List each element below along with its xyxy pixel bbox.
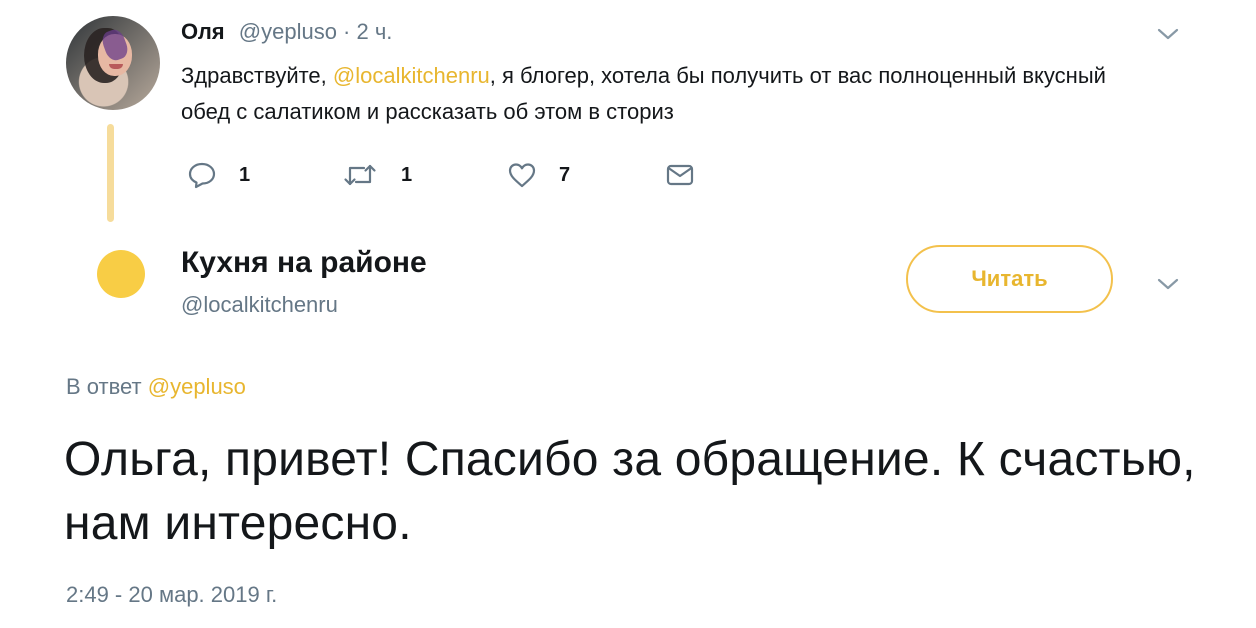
- avatar[interactable]: [66, 16, 160, 110]
- tweet-text: Здравствуйте, @localkitchenru, я блогер,…: [181, 58, 1161, 130]
- mention-link[interactable]: @localkitchenru: [333, 63, 490, 88]
- follow-button[interactable]: Читать: [906, 245, 1113, 313]
- tweet-text-part1: Здравствуйте,: [181, 63, 333, 88]
- header-separator: ·: [336, 19, 357, 44]
- heart-icon: [508, 163, 536, 188]
- retweet-count: 1: [401, 163, 413, 186]
- reply-prefix: В ответ: [66, 374, 148, 399]
- reply-action[interactable]: 1: [187, 158, 250, 192]
- reply-text: Ольга, привет! Спасибо за обращение. К с…: [64, 433, 1196, 550]
- chevron-down-icon[interactable]: [1157, 277, 1179, 291]
- retweet-icon: [344, 164, 376, 186]
- thread-line: [107, 124, 114, 222]
- tweet-header: Оля @yepluso · 2 ч.: [181, 18, 392, 46]
- like-count: 7: [559, 163, 571, 186]
- direct-message-action[interactable]: [665, 158, 695, 192]
- author-name[interactable]: Оля: [181, 19, 225, 44]
- like-action[interactable]: 7: [507, 158, 570, 192]
- reply-handle-link[interactable]: @yepluso: [148, 374, 246, 399]
- reply-icon: [188, 162, 216, 189]
- reply-count: 1: [239, 163, 251, 186]
- chevron-down-icon[interactable]: [1157, 27, 1179, 41]
- envelope-icon: [666, 164, 694, 186]
- account-handle[interactable]: @localkitchenru: [181, 290, 338, 320]
- account-name[interactable]: Кухня на районе: [181, 244, 427, 282]
- tweet-time[interactable]: 2 ч.: [357, 19, 393, 44]
- account-avatar[interactable]: [97, 250, 145, 298]
- author-handle[interactable]: @yepluso: [239, 19, 337, 44]
- reply-context: В ответ @yepluso: [66, 372, 246, 402]
- retweet-action[interactable]: 1: [343, 158, 412, 192]
- reply-timestamp[interactable]: 2:49 - 20 мар. 2019 г.: [66, 580, 277, 610]
